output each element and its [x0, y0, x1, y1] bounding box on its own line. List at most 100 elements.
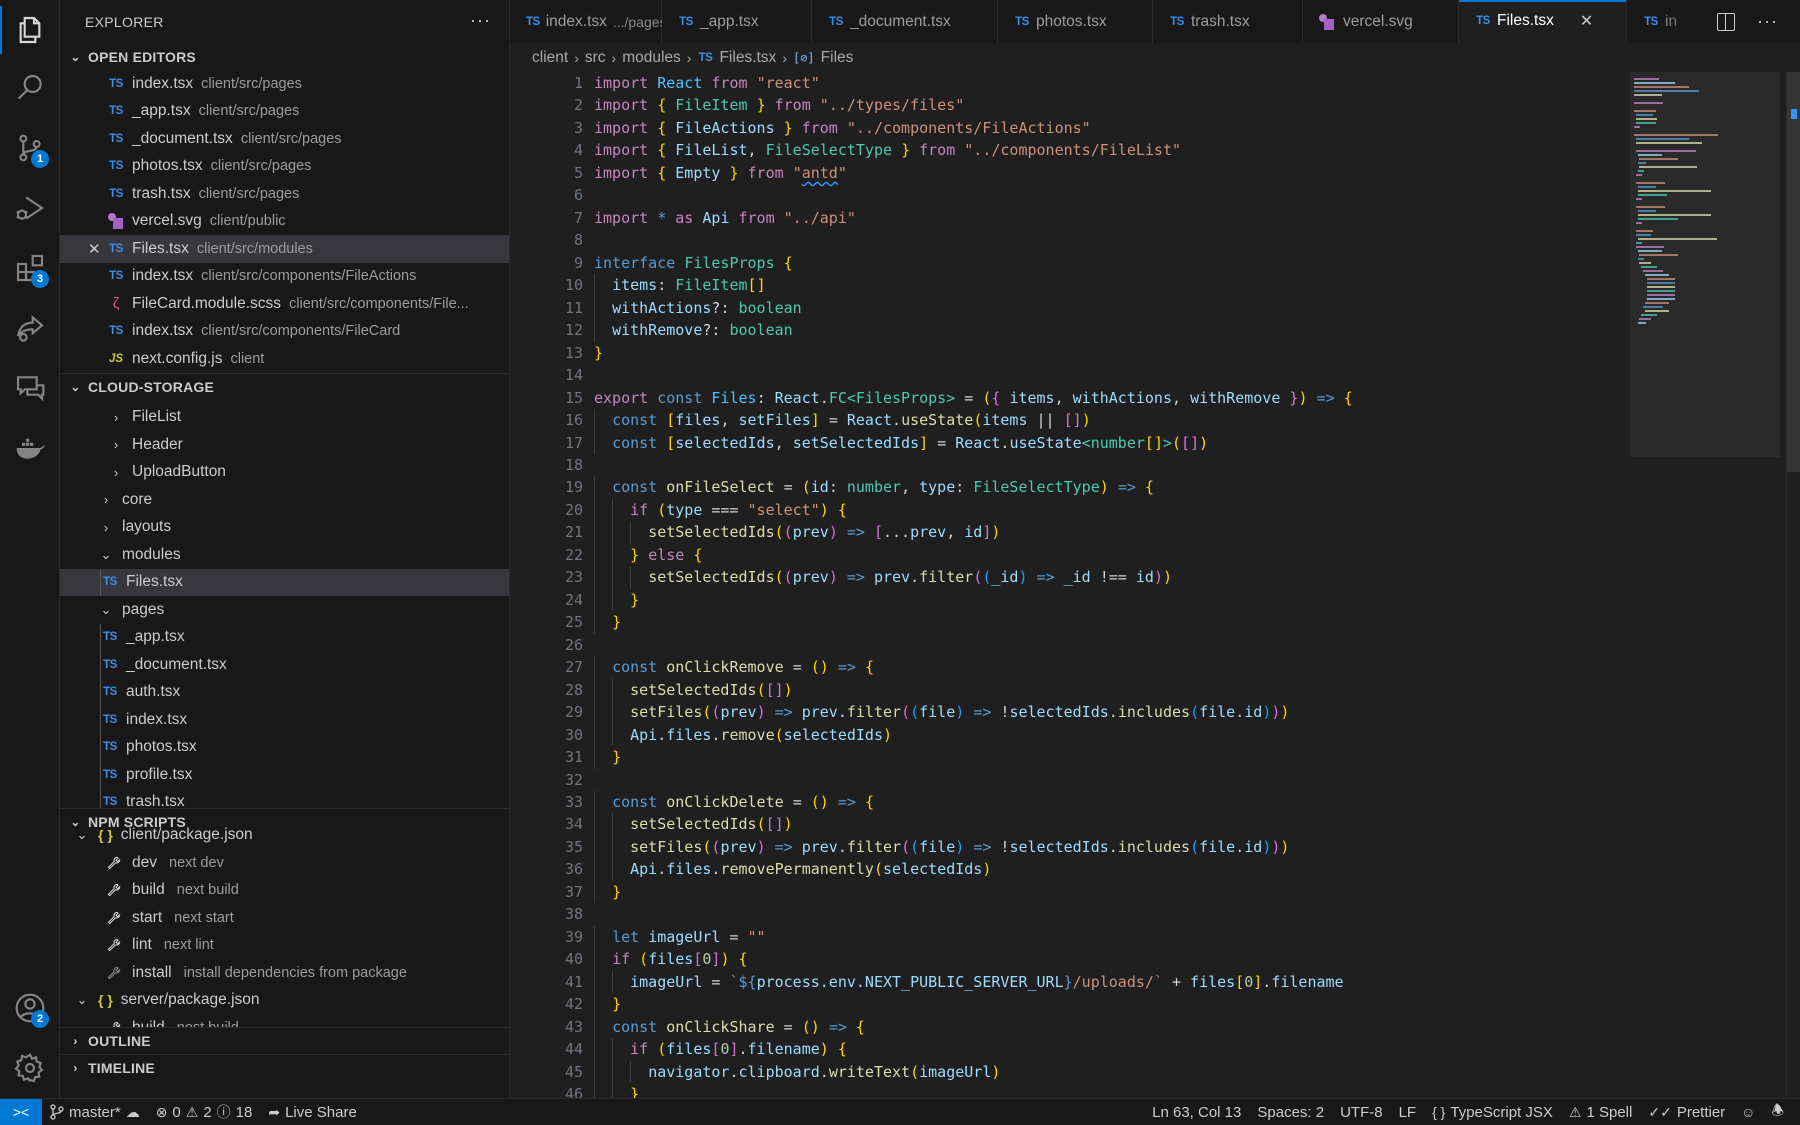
tree-folder[interactable]: › core: [60, 486, 509, 514]
npm-script-item[interactable]: dev next dev: [60, 849, 509, 877]
tree-folder[interactable]: › layouts: [60, 514, 509, 542]
activity-source-control[interactable]: 1: [0, 120, 60, 176]
code-line[interactable]: import { Empty } from "antd": [594, 162, 1630, 184]
branch-status[interactable]: master* ☁: [42, 1099, 148, 1125]
activity-docker[interactable]: [0, 420, 60, 476]
open-editor-item[interactable]: ✕ TS Files.tsx client/src/modules: [60, 235, 509, 263]
code-line[interactable]: imageUrl = `${process.env.NEXT_PUBLIC_SE…: [594, 970, 1630, 994]
breadcrumb-item[interactable]: Files.tsx: [719, 49, 776, 67]
open-editor-item[interactable]: TS index.tsx client/src/components/FileAct…: [60, 263, 509, 291]
code-line[interactable]: [594, 903, 1630, 925]
code-line[interactable]: setFiles((prev) => prev.filter((file) =>…: [594, 835, 1630, 859]
code-line[interactable]: withActions?: boolean: [594, 296, 1630, 320]
activity-live-share[interactable]: [0, 300, 60, 356]
close-icon[interactable]: ✕: [88, 240, 101, 258]
tree-file[interactable]: TS auth.tsx: [60, 678, 509, 706]
code-line[interactable]: setSelectedIds((prev) => [...prev, id]): [594, 521, 1630, 544]
code-line[interactable]: import React from "react": [594, 72, 1630, 94]
code-line[interactable]: import { FileItem } from "../types/files…: [594, 94, 1630, 116]
breadcrumb-item[interactable]: modules: [622, 49, 681, 67]
code-line[interactable]: items: FileItem[]: [594, 274, 1630, 297]
indentation[interactable]: Spaces: 2: [1249, 1099, 1332, 1125]
minimap[interactable]: [1630, 72, 1780, 1098]
open-editor-item[interactable]: ζ FileCard.module.scss client/src/componen…: [60, 290, 509, 318]
activity-run-debug[interactable]: [0, 180, 60, 236]
code-line[interactable]: import { FileActions } from "../componen…: [594, 117, 1630, 139]
code-line[interactable]: const onClickShare = () => {: [594, 1015, 1630, 1039]
npm-script-item[interactable]: start next start: [60, 904, 509, 932]
scrollbar-thumb[interactable]: [1787, 72, 1800, 472]
split-editor-icon[interactable]: [1717, 12, 1736, 31]
tree-folder[interactable]: › UploadButton: [60, 459, 509, 487]
breadcrumb-item[interactable]: Files: [821, 49, 854, 67]
code-line[interactable]: [594, 184, 1630, 206]
open-editor-item[interactable]: JS next.config.js client: [60, 345, 509, 373]
open-editor-item[interactable]: TS photos.tsx client/src/pages: [60, 153, 509, 181]
npm-script-item[interactable]: build next build: [60, 877, 509, 905]
package-json-item[interactable]: ⌄ { } server/package.json: [60, 987, 509, 1015]
code-line[interactable]: }: [594, 1083, 1630, 1098]
open-editors-header[interactable]: ⌄ OPEN EDITORS: [60, 43, 509, 70]
end-of-line[interactable]: LF: [1391, 1099, 1425, 1125]
activity-manage[interactable]: [0, 1040, 60, 1096]
npm-script-item[interactable]: lint next lint: [60, 932, 509, 960]
code-editor[interactable]: 1 2 3 4 5 6 7 8 9 10 11 12 13 14 15 16 17 18 19 20 21 22 23 24 2…: [510, 72, 1630, 1098]
code-line[interactable]: [594, 634, 1630, 656]
tab-vercel-svg[interactable]: vercel.svg: [1303, 0, 1459, 43]
code-line[interactable]: const [files, setFiles] = React.useState…: [594, 409, 1630, 432]
tab-photos-tsx[interactable]: TS photos.tsx: [998, 0, 1153, 43]
tree-file[interactable]: TS _document.tsx: [60, 651, 509, 679]
activity-comments[interactable]: [0, 360, 60, 416]
npm-script-item[interactable]: install install dependencies from package: [60, 959, 509, 987]
tree-file[interactable]: TS photos.tsx: [60, 733, 509, 761]
activity-search[interactable]: [0, 60, 60, 116]
open-editor-item[interactable]: TS index.tsx client/src/components/FileCar…: [60, 318, 509, 346]
tree-file[interactable]: TS Files.tsx: [60, 568, 509, 596]
problems-status[interactable]: ⊗ 0 ⚠ 2 ⓘ 18: [148, 1099, 261, 1125]
code-line[interactable]: Api.files.removePermanently(selectedIds): [594, 858, 1630, 881]
tree-file[interactable]: TS index.tsx: [60, 706, 509, 734]
activity-extensions[interactable]: 3: [0, 240, 60, 296]
code-line[interactable]: import * as Api from "../api": [594, 207, 1630, 229]
activity-accounts[interactable]: 2: [0, 980, 60, 1036]
minimap-slider[interactable]: [1630, 72, 1780, 457]
code-line[interactable]: if (type === "select") {: [594, 498, 1630, 522]
code-line[interactable]: [594, 229, 1630, 251]
tab--document-tsx[interactable]: TS _document.tsx: [812, 0, 998, 43]
tree-file[interactable]: TS trash.tsx: [60, 788, 509, 808]
remote-indicator[interactable]: ><: [0, 1098, 42, 1125]
tree-folder[interactable]: ⌄ pages: [60, 596, 509, 624]
close-icon[interactable]: ✕: [1580, 11, 1593, 31]
activity-explorer[interactable]: [0, 2, 60, 58]
code-line[interactable]: import { FileList, FileSelectType } from…: [594, 139, 1630, 161]
tree-folder[interactable]: › FileList: [60, 404, 509, 432]
encoding[interactable]: UTF-8: [1332, 1099, 1391, 1125]
code-line[interactable]: const [selectedIds, setSelectedIds] = Re…: [594, 431, 1630, 454]
code-line[interactable]: interface FilesProps {: [594, 252, 1630, 274]
code-line[interactable]: export const Files: React.FC<FilesProps>…: [594, 387, 1630, 409]
tree-file[interactable]: TS _app.tsx: [60, 623, 509, 651]
breadcrumb-item[interactable]: src: [585, 49, 606, 67]
code-line[interactable]: } else {: [594, 543, 1630, 567]
code-line[interactable]: setSelectedIds([]): [594, 813, 1630, 836]
tree-file[interactable]: TS profile.tsx: [60, 761, 509, 789]
tree-folder[interactable]: ⌄ modules: [60, 541, 509, 569]
code-line[interactable]: const onClickRemove = () => {: [594, 656, 1630, 679]
open-editor-item[interactable]: TS _document.tsx client/src/pages: [60, 125, 509, 153]
spell-status[interactable]: ⚠ 1 Spell: [1561, 1099, 1640, 1125]
feedback-button[interactable]: ☺: [1733, 1099, 1763, 1125]
more-actions-icon[interactable]: ···: [1757, 11, 1778, 32]
tree-folder[interactable]: › Header: [60, 431, 509, 459]
breadcrumb-item[interactable]: client: [532, 49, 568, 67]
code-line[interactable]: if (files[0].filename) {: [594, 1038, 1630, 1061]
prettier-status[interactable]: ✓✓ Prettier: [1640, 1099, 1733, 1125]
code-lines[interactable]: import React from "react" import { FileIt…: [594, 72, 1630, 1098]
code-line[interactable]: }: [594, 746, 1630, 769]
code-line[interactable]: withRemove?: boolean: [594, 319, 1630, 342]
notifications-button[interactable]: 🕭: [1763, 1099, 1792, 1125]
tab-trash-tsx[interactable]: TS trash.tsx: [1153, 0, 1303, 43]
code-line[interactable]: setSelectedIds((prev) => prev.filter((_i…: [594, 566, 1630, 589]
code-line[interactable]: [594, 454, 1630, 476]
open-editor-item[interactable]: TS index.tsx client/src/pages: [60, 70, 509, 98]
live-share-status[interactable]: ➦ Live Share: [260, 1099, 364, 1125]
